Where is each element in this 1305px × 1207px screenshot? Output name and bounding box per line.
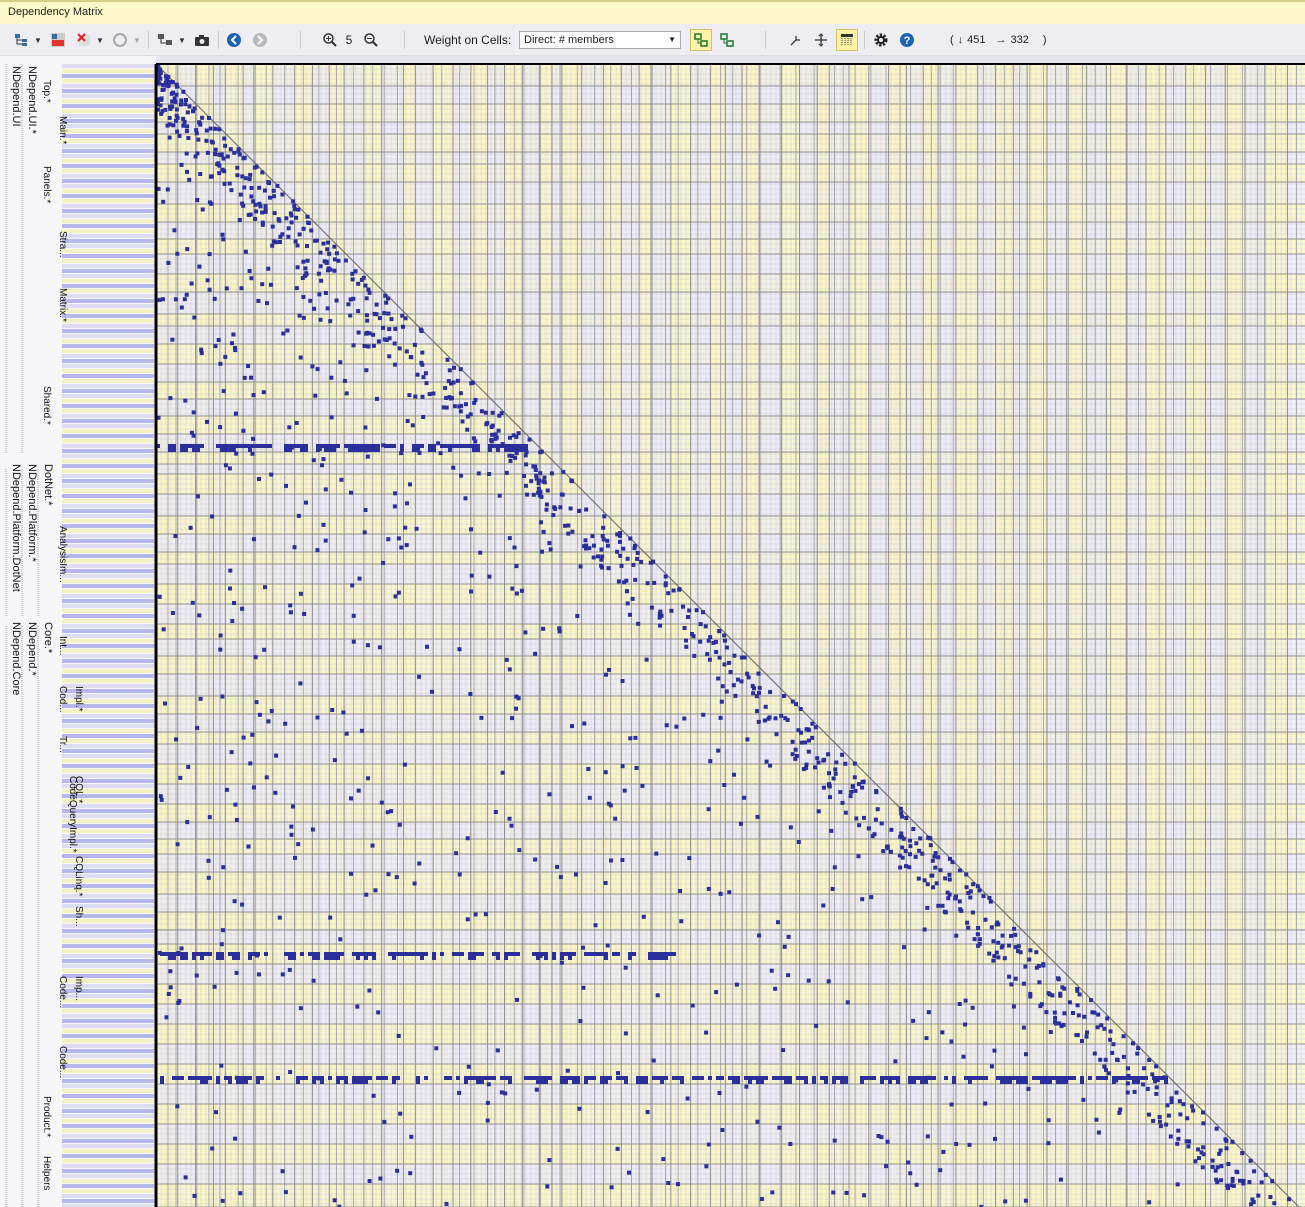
svg-text:?: ? xyxy=(904,35,911,47)
rows-arrow-icon: ↓ xyxy=(957,34,964,46)
dependency-matrix[interactable]: NDepend.UI NDepend.UI.* NDepend.Platform.D… xyxy=(0,56,1305,1207)
arrows-out-icon[interactable] xyxy=(811,30,831,50)
chevron-down-icon[interactable]: ▼ xyxy=(178,30,186,50)
zoom-level: 5 xyxy=(345,33,353,47)
chevron-down-icon: ▼ xyxy=(668,35,676,44)
camera-icon[interactable] xyxy=(192,30,212,50)
zoom-in-icon[interactable] xyxy=(320,30,340,50)
disabled-circle-icon[interactable] xyxy=(110,30,130,50)
forward-icon[interactable] xyxy=(250,30,270,50)
window-title-bar: Dependency Matrix xyxy=(0,0,1305,24)
delete-rows-icon[interactable] xyxy=(48,30,68,50)
matrix-size-readout: ( ↓ 451 → 332 ) xyxy=(950,30,1060,50)
chevron-down-icon[interactable]: ▼ xyxy=(34,30,42,50)
cols-arrow-icon: → xyxy=(995,34,1007,46)
view-toggle-icon[interactable] xyxy=(836,29,858,51)
matrix-grid[interactable] xyxy=(0,56,1305,1207)
weight-select-value: Direct: # members xyxy=(524,34,614,46)
coord-open: ( xyxy=(950,34,954,46)
bind-cols-rows-icon[interactable] xyxy=(690,29,712,51)
rows-count: 451 xyxy=(967,34,986,46)
toolbar: ▼ ▼ ▼ ▼ 5 Weight on Cells: Direct: # mem… xyxy=(0,24,1305,56)
chevron-down-icon[interactable]: ▼ xyxy=(133,30,141,50)
zoom-out-icon[interactable] xyxy=(361,30,381,50)
back-icon[interactable] xyxy=(224,30,244,50)
cols-count: 332 xyxy=(1010,34,1029,46)
cycle-icon[interactable] xyxy=(717,30,737,50)
weight-on-cells-label: Weight on Cells: xyxy=(424,33,512,47)
help-icon[interactable]: ? xyxy=(897,30,917,50)
chevron-down-icon[interactable]: ▼ xyxy=(96,30,104,50)
filter-icon[interactable] xyxy=(155,30,175,50)
window-title: Dependency Matrix xyxy=(8,6,103,18)
weight-on-cells-select[interactable]: Direct: # members ▼ xyxy=(519,31,681,49)
coord-close: ) xyxy=(1042,34,1047,46)
tree-layout-icon[interactable] xyxy=(12,30,32,50)
gear-icon[interactable] xyxy=(871,30,891,50)
arrows-in-icon[interactable] xyxy=(786,30,806,50)
remove-icon[interactable] xyxy=(74,30,94,50)
